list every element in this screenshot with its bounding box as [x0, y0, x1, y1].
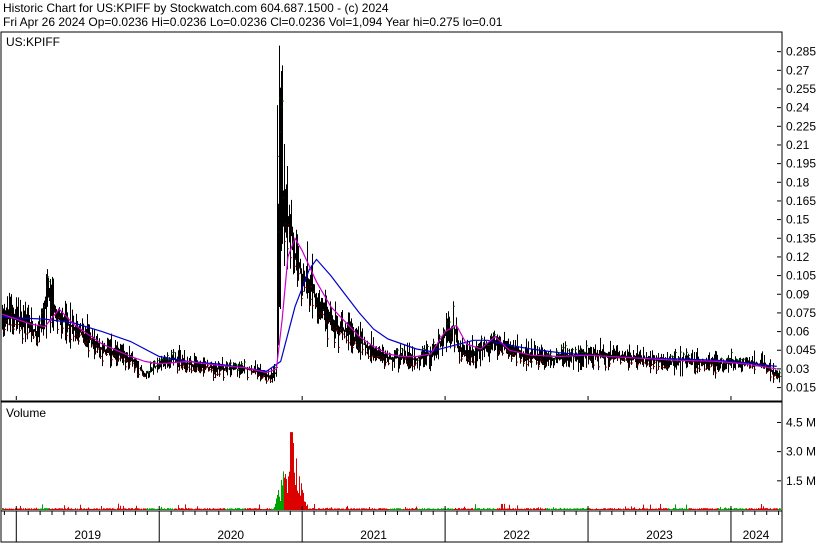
price-y-tick-label: 0.03	[786, 362, 810, 376]
price-y-tick-label: 0.105	[786, 269, 816, 283]
price-y-tick-label: 0.015	[786, 381, 816, 395]
price-panel-frame	[0, 31, 783, 402]
price-y-tick-label: 0.06	[786, 325, 810, 339]
price-y-tick-label: 0.075	[786, 306, 816, 320]
volume-panel-label: Volume	[6, 406, 46, 420]
price-y-tick-label: 0.15	[786, 213, 810, 227]
volume-panel-frame	[0, 401, 783, 512]
price-y-tick-label: 0.285	[786, 45, 816, 59]
x-year-label: 2023	[646, 528, 673, 542]
price-y-tick-label: 0.27	[786, 63, 810, 77]
volume-panel: Volume 1.5 M 3.0 M 4.5 M	[0, 401, 816, 512]
price-y-tick-label: 0.18	[786, 175, 810, 189]
volume-y-tick-label: 4.5 M	[786, 415, 816, 429]
volume-y-tick-label: 3.0 M	[786, 445, 816, 459]
price-y-tick-label: 0.12	[786, 250, 810, 264]
price-y-tick-label: 0.24	[786, 101, 810, 115]
price-y-tick-label: 0.195	[786, 157, 816, 171]
x-year-label: 2021	[360, 528, 387, 542]
volume-y-axis: 1.5 M 3.0 M 4.5 M	[786, 415, 816, 487]
price-y-tick-label: 0.255	[786, 82, 816, 96]
price-y-tick-label: 0.165	[786, 194, 816, 208]
price-y-axis: 0.015 0.03 0.045 0.06 0.075 0.09 0.105 0.12 0.13…	[786, 45, 816, 395]
price-y-tick-label: 0.135	[786, 231, 816, 245]
x-year-label: 2019	[74, 528, 101, 542]
x-year-label: 2022	[503, 528, 530, 542]
price-y-tick-label: 0.09	[786, 287, 810, 301]
price-y-tick-label: 0.225	[786, 119, 816, 133]
x-year-label: 2020	[217, 528, 244, 542]
x-year-label: 2024	[743, 528, 770, 542]
stock-chart: US:KPIFF 0.015 0.03 0.045 0.06 0.075 0.09 0.10…	[0, 31, 816, 543]
price-y-tick-label: 0.045	[786, 343, 816, 357]
volume-y-tick-label: 1.5 M	[786, 474, 816, 488]
price-panel: US:KPIFF 0.015 0.03 0.045 0.06 0.075 0.09 0.10…	[0, 31, 816, 402]
price-y-tick-label: 0.21	[786, 138, 810, 152]
symbol-label: US:KPIFF	[6, 35, 60, 49]
